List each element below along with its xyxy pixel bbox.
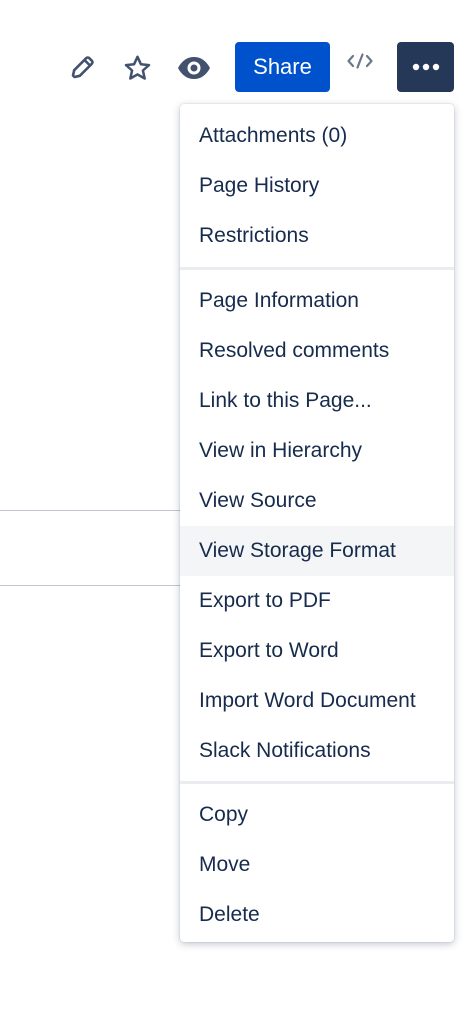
code-icon	[346, 52, 374, 75]
menu-item-slack-notifications[interactable]: Slack Notifications	[180, 726, 454, 776]
menu-group-manage: Copy Move Delete	[180, 781, 454, 942]
menu-item-view-source[interactable]: View Source	[180, 476, 454, 526]
eye-icon	[176, 54, 212, 82]
page-toolbar: Share	[0, 0, 474, 100]
menu-group-page: Attachments (0) Page History Restriction…	[180, 104, 454, 267]
menu-item-copy[interactable]: Copy	[180, 790, 454, 840]
menu-item-export-to-pdf[interactable]: Export to PDF	[180, 576, 454, 626]
menu-item-page-information[interactable]: Page Information	[180, 276, 454, 326]
menu-item-view-in-hierarchy[interactable]: View in Hierarchy	[180, 426, 454, 476]
favorite-button[interactable]	[117, 48, 157, 88]
menu-group-info: Page Information Resolved comments Link …	[180, 267, 454, 781]
star-icon	[122, 53, 153, 84]
menu-item-export-to-word[interactable]: Export to Word	[180, 626, 454, 676]
background-divider	[0, 585, 190, 586]
menu-item-delete[interactable]: Delete	[180, 890, 454, 940]
background-divider	[0, 510, 190, 511]
pencil-icon	[67, 53, 97, 83]
view-source-button[interactable]	[343, 52, 377, 74]
page: Share Attachments (0) Page History Restr…	[0, 0, 474, 1010]
menu-item-link-to-page[interactable]: Link to this Page...	[180, 376, 454, 426]
menu-item-import-word-document[interactable]: Import Word Document	[180, 676, 454, 726]
edit-button[interactable]	[62, 48, 102, 88]
more-actions-button[interactable]	[397, 42, 454, 92]
menu-item-attachments[interactable]: Attachments (0)	[180, 111, 454, 161]
share-button[interactable]: Share	[235, 42, 330, 92]
more-icon	[411, 58, 441, 76]
menu-item-page-history[interactable]: Page History	[180, 161, 454, 211]
menu-item-restrictions[interactable]: Restrictions	[180, 211, 454, 261]
menu-item-move[interactable]: Move	[180, 840, 454, 890]
watch-button[interactable]	[174, 48, 214, 88]
more-actions-menu: Attachments (0) Page History Restriction…	[180, 104, 454, 942]
menu-item-resolved-comments[interactable]: Resolved comments	[180, 326, 454, 376]
menu-item-view-storage-format[interactable]: View Storage Format	[180, 526, 454, 576]
